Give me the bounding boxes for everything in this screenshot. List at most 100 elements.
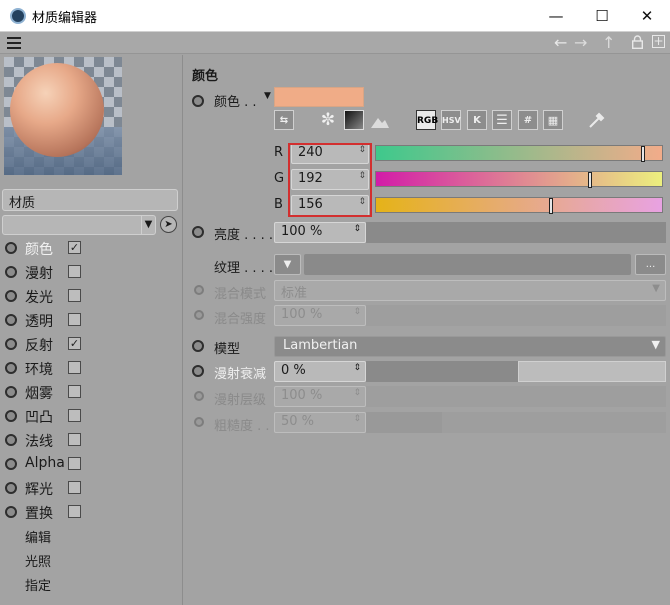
diffuse-falloff-slider-left[interactable] [366, 361, 518, 382]
eyedropper-icon[interactable] [587, 110, 607, 130]
channel-item[interactable]: 透明 [0, 308, 183, 332]
roughness-label: 粗糙度 . . . [214, 419, 278, 434]
blend-strength-field[interactable]: 100 % ⇕ [274, 305, 366, 326]
diffuse-level-radio[interactable] [194, 391, 204, 401]
channel-radio[interactable] [5, 242, 17, 254]
channel-checkbox[interactable] [68, 505, 81, 518]
chevron-down-icon[interactable]: ▼ [264, 91, 271, 101]
image-picker-icon[interactable] [370, 110, 390, 130]
minimize-button[interactable]: — [533, 0, 579, 32]
hex-mode-button[interactable]: # [518, 110, 538, 130]
blend-mode-dropdown[interactable]: 标准 ▼ [274, 280, 666, 301]
sidebar-extra-item[interactable]: 光照 [25, 551, 51, 570]
diffuse-level-slider[interactable] [366, 386, 666, 407]
swatches-grid-icon[interactable]: ▦ [543, 110, 563, 130]
channel-radio[interactable] [5, 290, 17, 302]
blend-mode-radio[interactable] [194, 285, 204, 295]
kelvin-mode-button[interactable]: K [467, 110, 487, 130]
up-arrow-icon[interactable]: ↑ [602, 33, 615, 53]
sidebar-extra-item[interactable]: 指定 [25, 575, 51, 594]
channel-item[interactable]: 烟雾 [0, 380, 183, 404]
channel-item[interactable]: Alpha [0, 452, 183, 476]
lock-icon[interactable] [632, 35, 643, 49]
brightness-field[interactable]: 100 % ⇕ [274, 222, 366, 243]
channel-checkbox[interactable] [68, 289, 81, 302]
rgb-mode-button[interactable]: RGB [416, 110, 438, 130]
channel-radio[interactable] [5, 482, 17, 494]
model-anim-radio[interactable] [192, 340, 204, 352]
gradient-picker-icon[interactable] [344, 110, 364, 130]
channel-item[interactable]: 漫射 [0, 260, 183, 284]
channel-radio[interactable] [5, 338, 17, 350]
brightness-anim-radio[interactable] [192, 226, 204, 238]
channel-gradient-slider[interactable] [375, 171, 663, 188]
channel-gradient-slider[interactable] [375, 145, 663, 162]
channel-checkbox[interactable] [68, 457, 81, 470]
channel-checkbox[interactable]: ✓ [68, 337, 81, 350]
rgb-row-b: B 156 ⇕ [184, 194, 670, 218]
diffuse-falloff-slider-right[interactable] [518, 361, 666, 382]
maximize-button[interactable]: ☐ [579, 0, 625, 32]
channel-checkbox[interactable] [68, 265, 81, 278]
channel-radio[interactable] [5, 410, 17, 422]
channel-gradient-slider[interactable] [375, 197, 663, 214]
hsv-mode-button[interactable]: HSV [441, 110, 461, 130]
channel-radio[interactable] [5, 434, 17, 446]
channel-checkbox[interactable] [68, 433, 81, 446]
back-arrow-icon[interactable]: ← [554, 33, 567, 53]
layer-dropdown[interactable]: ▼ [2, 215, 156, 235]
color-wheel-icon[interactable]: ✼ [318, 110, 338, 130]
diffuse-falloff-field[interactable]: 0 % ⇕ [274, 361, 366, 382]
diffuse-level-field[interactable]: 100 % ⇕ [274, 386, 366, 407]
channel-radio[interactable] [5, 266, 17, 278]
texture-menu-button[interactable]: ▼ [274, 254, 301, 275]
material-name-field[interactable]: 材质 [2, 189, 178, 211]
channel-radio[interactable] [5, 386, 17, 398]
roughness-radio[interactable] [194, 417, 204, 427]
slider-knob[interactable] [549, 198, 553, 214]
mixer-mode-icon[interactable]: ☰ [492, 110, 512, 130]
diffuse-falloff-radio[interactable] [192, 365, 204, 377]
brightness-row: 亮度 . . . . . 100 % ⇕ [184, 221, 670, 245]
channel-checkbox[interactable] [68, 385, 81, 398]
color-spectrum-icon[interactable]: ⇆ [274, 110, 294, 130]
blend-strength-radio[interactable] [194, 310, 204, 320]
channel-item[interactable]: 置换 [0, 500, 183, 524]
channel-label: 漫射 [25, 266, 53, 282]
new-window-icon[interactable]: + [652, 35, 665, 48]
channel-item[interactable]: 发光 [0, 284, 183, 308]
slider-knob[interactable] [641, 146, 645, 162]
color-swatch[interactable] [274, 87, 364, 107]
roughness-slider-left[interactable] [366, 412, 442, 433]
channel-radio[interactable] [5, 314, 17, 326]
channel-radio[interactable] [5, 458, 17, 470]
brightness-slider[interactable] [366, 222, 666, 243]
model-dropdown[interactable]: Lambertian ▼ [274, 336, 666, 357]
channel-item[interactable]: 法线 [0, 428, 183, 452]
pick-material-icon[interactable]: ➤ [160, 216, 177, 233]
channel-item[interactable]: 辉光 [0, 476, 183, 500]
channel-checkbox[interactable]: ✓ [68, 241, 81, 254]
channel-item[interactable]: 反射 ✓ [0, 332, 183, 356]
close-button[interactable]: ✕ [624, 0, 670, 32]
roughness-field[interactable]: 50 % ⇕ [274, 412, 366, 433]
texture-slot[interactable] [304, 254, 631, 275]
channel-checkbox[interactable] [68, 409, 81, 422]
slider-knob[interactable] [588, 172, 592, 188]
forward-arrow-icon[interactable]: → [574, 33, 587, 53]
material-preview[interactable] [4, 57, 122, 175]
menu-hamburger-icon[interactable] [7, 37, 21, 49]
channel-item[interactable]: 颜色 ✓ [0, 236, 183, 260]
channel-radio[interactable] [5, 506, 17, 518]
channel-item[interactable]: 凹凸 [0, 404, 183, 428]
channel-radio[interactable] [5, 362, 17, 374]
sidebar-extra-item[interactable]: 编辑 [25, 527, 51, 546]
color-anim-radio[interactable] [192, 95, 204, 107]
blend-strength-slider[interactable] [366, 305, 666, 326]
channel-item[interactable]: 环境 [0, 356, 183, 380]
channel-checkbox[interactable] [68, 361, 81, 374]
channel-checkbox[interactable] [68, 481, 81, 494]
roughness-slider-right[interactable] [442, 412, 666, 433]
texture-more-button[interactable]: ... [635, 254, 666, 275]
channel-checkbox[interactable] [68, 313, 81, 326]
